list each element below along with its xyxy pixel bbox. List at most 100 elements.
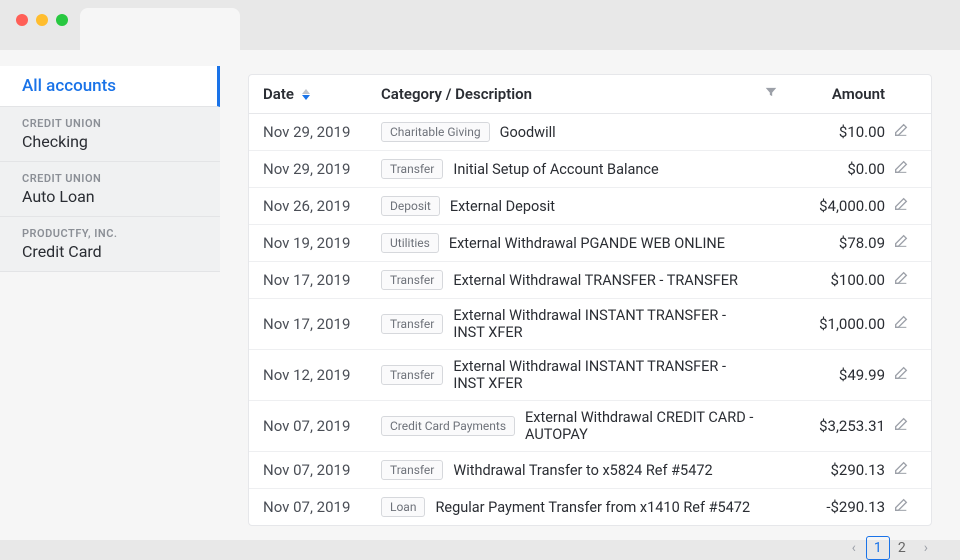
sidebar-institution: CREDIT UNION bbox=[22, 172, 198, 185]
cell-category: Transfer Initial Setup of Account Balanc… bbox=[381, 159, 757, 179]
cell-category: Deposit External Deposit bbox=[381, 196, 757, 216]
category-badge[interactable]: Transfer bbox=[381, 159, 443, 179]
content-panel: Date Category / Description Amount bbox=[220, 58, 960, 540]
filter-icon[interactable] bbox=[764, 85, 778, 103]
cell-category: Credit Card Payments External Withdrawal… bbox=[381, 409, 757, 443]
sidebar-account-name: Auto Loan bbox=[22, 187, 198, 206]
category-badge[interactable]: Loan bbox=[381, 497, 425, 517]
edit-icon[interactable] bbox=[893, 416, 909, 432]
cell-amount: $290.13 bbox=[785, 461, 885, 479]
cell-amount: $100.00 bbox=[785, 271, 885, 289]
category-badge[interactable]: Utilities bbox=[381, 233, 439, 253]
cell-date: Nov 07, 2019 bbox=[263, 417, 381, 435]
description-text: External Withdrawal PGANDE WEB ONLINE bbox=[449, 235, 725, 252]
cell-date: Nov 29, 2019 bbox=[263, 160, 381, 178]
cell-amount: $10.00 bbox=[785, 123, 885, 141]
cell-date: Nov 17, 2019 bbox=[263, 271, 381, 289]
header-amount[interactable]: Amount bbox=[785, 85, 885, 103]
cell-category: Loan Regular Payment Transfer from x1410… bbox=[381, 497, 757, 517]
sidebar-account-name: Checking bbox=[22, 132, 198, 151]
cell-amount: -$290.13 bbox=[785, 498, 885, 516]
table-row: Nov 07, 2019 Credit Card Payments Extern… bbox=[249, 401, 931, 452]
cell-amount: $78.09 bbox=[785, 234, 885, 252]
edit-icon[interactable] bbox=[893, 497, 909, 513]
cell-amount: $4,000.00 bbox=[785, 197, 885, 215]
cell-date: Nov 29, 2019 bbox=[263, 123, 381, 141]
edit-icon[interactable] bbox=[893, 122, 909, 138]
cell-category: Transfer External Withdrawal INSTANT TRA… bbox=[381, 307, 757, 341]
category-badge[interactable]: Charitable Giving bbox=[381, 122, 490, 142]
cell-date: Nov 19, 2019 bbox=[263, 234, 381, 252]
edit-icon[interactable] bbox=[893, 460, 909, 476]
table-row: Nov 07, 2019 Loan Regular Payment Transf… bbox=[249, 489, 931, 525]
category-badge[interactable]: Transfer bbox=[381, 365, 443, 385]
category-badge[interactable]: Transfer bbox=[381, 270, 443, 290]
close-window-button[interactable] bbox=[16, 14, 28, 26]
table-row: Nov 12, 2019 Transfer External Withdrawa… bbox=[249, 350, 931, 401]
cell-category: Transfer Withdrawal Transfer to x5824 Re… bbox=[381, 460, 757, 480]
header-date[interactable]: Date bbox=[263, 85, 381, 103]
cell-amount: $49.99 bbox=[785, 366, 885, 384]
maximize-window-button[interactable] bbox=[56, 14, 68, 26]
cell-date: Nov 12, 2019 bbox=[263, 366, 381, 384]
edit-icon[interactable] bbox=[893, 314, 909, 330]
category-badge[interactable]: Credit Card Payments bbox=[381, 416, 515, 436]
sidebar-institution: CREDIT UNION bbox=[22, 117, 198, 130]
browser-toolbar bbox=[0, 50, 960, 58]
edit-icon[interactable] bbox=[893, 233, 909, 249]
table-row: Nov 26, 2019 Deposit External Deposit $4… bbox=[249, 188, 931, 225]
description-text: External Withdrawal CREDIT CARD - AUTOPA… bbox=[525, 409, 757, 443]
table-row: Nov 17, 2019 Transfer External Withdrawa… bbox=[249, 262, 931, 299]
traffic-lights bbox=[16, 14, 68, 26]
header-date-label: Date bbox=[263, 85, 294, 103]
edit-icon[interactable] bbox=[893, 270, 909, 286]
sidebar-item-account[interactable]: PRODUCTFY, INC. Credit Card bbox=[0, 217, 220, 272]
browser-chrome bbox=[0, 0, 960, 50]
table-row: Nov 29, 2019 Transfer Initial Setup of A… bbox=[249, 151, 931, 188]
sidebar-all-accounts-label: All accounts bbox=[22, 76, 116, 96]
table-row: Nov 19, 2019 Utilities External Withdraw… bbox=[249, 225, 931, 262]
description-text: Goodwill bbox=[500, 124, 556, 141]
cell-date: Nov 17, 2019 bbox=[263, 315, 381, 333]
description-text: External Withdrawal INSTANT TRANSFER - I… bbox=[453, 307, 757, 341]
cell-date: Nov 07, 2019 bbox=[263, 498, 381, 516]
page-next[interactable]: › bbox=[920, 540, 932, 556]
transactions-table: Date Category / Description Amount bbox=[248, 74, 932, 526]
edit-icon[interactable] bbox=[893, 196, 909, 212]
sidebar-institution: PRODUCTFY, INC. bbox=[22, 227, 198, 240]
header-category[interactable]: Category / Description bbox=[381, 85, 757, 103]
browser-tab[interactable] bbox=[80, 8, 240, 50]
cell-category: Transfer External Withdrawal TRANSFER - … bbox=[381, 270, 757, 290]
edit-icon[interactable] bbox=[893, 365, 909, 381]
cell-category: Charitable Giving Goodwill bbox=[381, 122, 757, 142]
cell-amount: $1,000.00 bbox=[785, 315, 885, 333]
description-text: External Withdrawal INSTANT TRANSFER - I… bbox=[453, 358, 757, 392]
header-category-label: Category / Description bbox=[381, 85, 532, 103]
table-header-row: Date Category / Description Amount bbox=[249, 75, 931, 114]
sidebar: All accounts CREDIT UNION Checking CREDI… bbox=[0, 58, 220, 540]
description-text: External Deposit bbox=[450, 198, 555, 215]
category-badge[interactable]: Transfer bbox=[381, 460, 443, 480]
sidebar-item-all-accounts[interactable]: All accounts bbox=[0, 66, 220, 107]
cell-amount: $0.00 bbox=[785, 160, 885, 178]
table-row: Nov 29, 2019 Charitable Giving Goodwill … bbox=[249, 114, 931, 151]
sidebar-item-account[interactable]: CREDIT UNION Checking bbox=[0, 107, 220, 162]
minimize-window-button[interactable] bbox=[36, 14, 48, 26]
cell-date: Nov 26, 2019 bbox=[263, 197, 381, 215]
header-amount-label: Amount bbox=[832, 85, 885, 103]
description-text: Initial Setup of Account Balance bbox=[453, 161, 658, 178]
header-filter[interactable] bbox=[757, 85, 785, 103]
sidebar-item-account[interactable]: CREDIT UNION Auto Loan bbox=[0, 162, 220, 217]
description-text: Regular Payment Transfer from x1410 Ref … bbox=[435, 499, 750, 516]
sort-icon[interactable] bbox=[302, 89, 310, 100]
sidebar-account-name: Credit Card bbox=[22, 242, 198, 261]
category-badge[interactable]: Transfer bbox=[381, 314, 443, 334]
category-badge[interactable]: Deposit bbox=[381, 196, 440, 216]
cell-date: Nov 07, 2019 bbox=[263, 461, 381, 479]
table-row: Nov 17, 2019 Transfer External Withdrawa… bbox=[249, 299, 931, 350]
edit-icon[interactable] bbox=[893, 159, 909, 175]
cell-amount: $3,253.31 bbox=[785, 417, 885, 435]
cell-category: Utilities External Withdrawal PGANDE WEB… bbox=[381, 233, 757, 253]
table-row: Nov 07, 2019 Transfer Withdrawal Transfe… bbox=[249, 452, 931, 489]
page-prev[interactable]: ‹ bbox=[848, 540, 860, 556]
